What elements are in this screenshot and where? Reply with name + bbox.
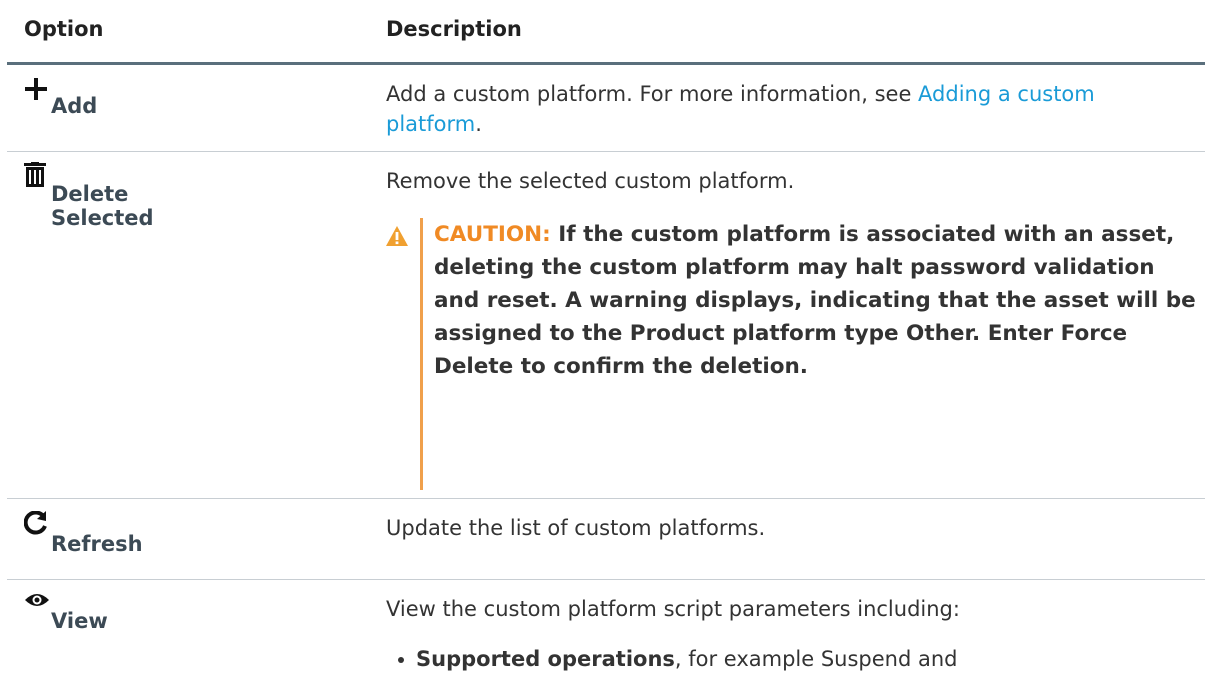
caution-text-block: CAUTION: If the custom platform is assoc… xyxy=(434,218,1204,383)
caution-bar xyxy=(420,218,423,490)
description-suffix: . xyxy=(475,112,482,136)
bullet-strong: Supported operations xyxy=(416,647,675,671)
table-header: Option Description xyxy=(7,0,1205,65)
trash-icon xyxy=(24,162,46,192)
bullet-dot xyxy=(398,657,404,663)
bullet-list: Supported operations, for example Suspen… xyxy=(386,644,1206,674)
option-label-delete-selected: Delete Selected xyxy=(51,182,154,230)
list-item: Supported operations, for example Suspen… xyxy=(386,644,1206,674)
description-refresh: Update the list of custom platforms. xyxy=(386,516,766,540)
table-row: View View the custom platform script par… xyxy=(7,580,1205,680)
warning-icon xyxy=(386,226,408,250)
eye-icon xyxy=(24,592,50,612)
plus-icon xyxy=(24,77,48,105)
caution-note: CAUTION: If the custom platform is assoc… xyxy=(386,216,1206,492)
header-option: Option xyxy=(24,17,104,41)
description-delete: Remove the selected custom platform. xyxy=(386,169,795,193)
option-label-refresh: Refresh xyxy=(51,532,143,556)
table-row: Refresh Update the list of custom platfo… xyxy=(7,499,1205,580)
bullet-rest: , for example Suspend and xyxy=(674,647,958,671)
description-view: View the custom platform script paramete… xyxy=(386,597,960,621)
refresh-icon xyxy=(23,510,48,539)
header-description: Description xyxy=(386,17,522,41)
caution-label: CAUTION: xyxy=(434,222,551,247)
option-label-add: Add xyxy=(51,94,98,118)
option-label-view: View xyxy=(51,609,108,633)
description-text: Add a custom platform. For more informat… xyxy=(386,82,919,106)
description-add: Add a custom platform. For more informat… xyxy=(386,79,1186,139)
options-table: Option Description Add Add a custom plat… xyxy=(7,0,1205,680)
table-row: Add Add a custom platform. For more info… xyxy=(7,65,1205,152)
table-row: Delete Selected Remove the selected cust… xyxy=(7,152,1205,499)
bullet-text: Supported operations, for example Suspen… xyxy=(416,644,958,674)
